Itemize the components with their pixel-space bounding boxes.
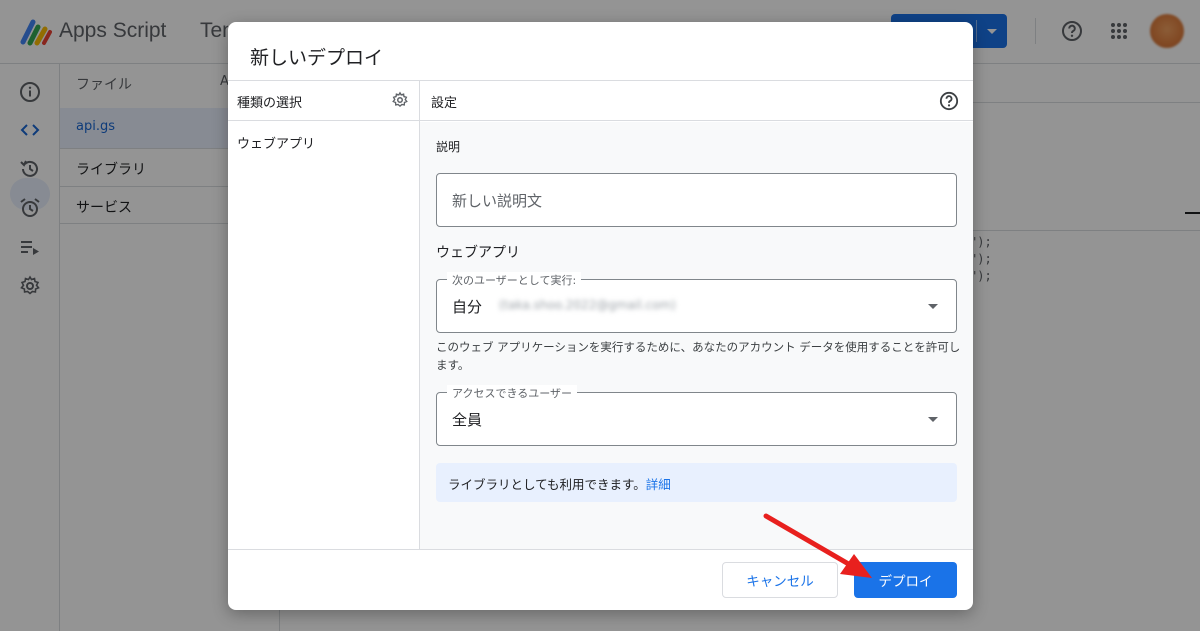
help-icon[interactable] bbox=[939, 91, 959, 111]
description-label: 説明 bbox=[436, 140, 461, 154]
description-input[interactable]: 新しい説明文 bbox=[436, 173, 957, 227]
settings-header: 設定 bbox=[420, 81, 973, 121]
dropdown-arrow-icon bbox=[928, 304, 938, 309]
description-placeholder: 新しい説明文 bbox=[452, 192, 543, 210]
execute-as-label: 次のユーザーとして実行: bbox=[447, 272, 582, 288]
library-info-text: ライブラリとしても利用できます。詳細 bbox=[448, 474, 671, 493]
settings-label: 設定 bbox=[431, 96, 458, 111]
annotation-arrow-icon bbox=[763, 513, 872, 578]
settings-body: 説明 新しい説明文 ウェブアプリ 次のユーザーとして実行: 自分 (taka.s… bbox=[420, 122, 973, 549]
dropdown-arrow-icon bbox=[928, 417, 938, 422]
type-selection-header: 種類の選択 bbox=[228, 81, 419, 121]
info-text: ライブラリとしても利用できます。 bbox=[448, 477, 646, 492]
details-link[interactable]: 詳細 bbox=[646, 477, 671, 492]
access-value: 全員 bbox=[452, 411, 483, 429]
execute-as-hint: このウェブ アプリケーションを実行するために、あなたのアカウント データを使用す… bbox=[436, 340, 961, 372]
execute-as-select[interactable]: 次のユーザーとして実行: 自分 (taka.shoo.2022@gmail.co… bbox=[436, 272, 957, 333]
type-selection-label: 種類の選択 bbox=[237, 96, 303, 111]
access-label: アクセスできるユーザー bbox=[447, 385, 578, 401]
execute-as-email: (taka.shoo.2022@gmail.com) bbox=[499, 298, 676, 312]
library-info-box: ライブラリとしても利用できます。詳細 bbox=[436, 463, 957, 502]
execute-as-value: 自分 bbox=[452, 298, 483, 316]
type-item-webapp[interactable]: ウェブアプリ bbox=[237, 133, 315, 152]
access-select[interactable]: アクセスできるユーザー 全員 bbox=[436, 385, 957, 446]
gear-icon[interactable] bbox=[391, 91, 409, 109]
settings-pane: 設定 説明 新しい説明文 ウェブアプリ 次のユーザーとして実行: 自分 (tak… bbox=[420, 81, 973, 549]
dialog-title: 新しいデプロイ bbox=[250, 47, 384, 69]
webapp-section-title: ウェブアプリ bbox=[436, 245, 520, 261]
type-selection-pane: 種類の選択 ウェブアプリ bbox=[228, 81, 420, 549]
